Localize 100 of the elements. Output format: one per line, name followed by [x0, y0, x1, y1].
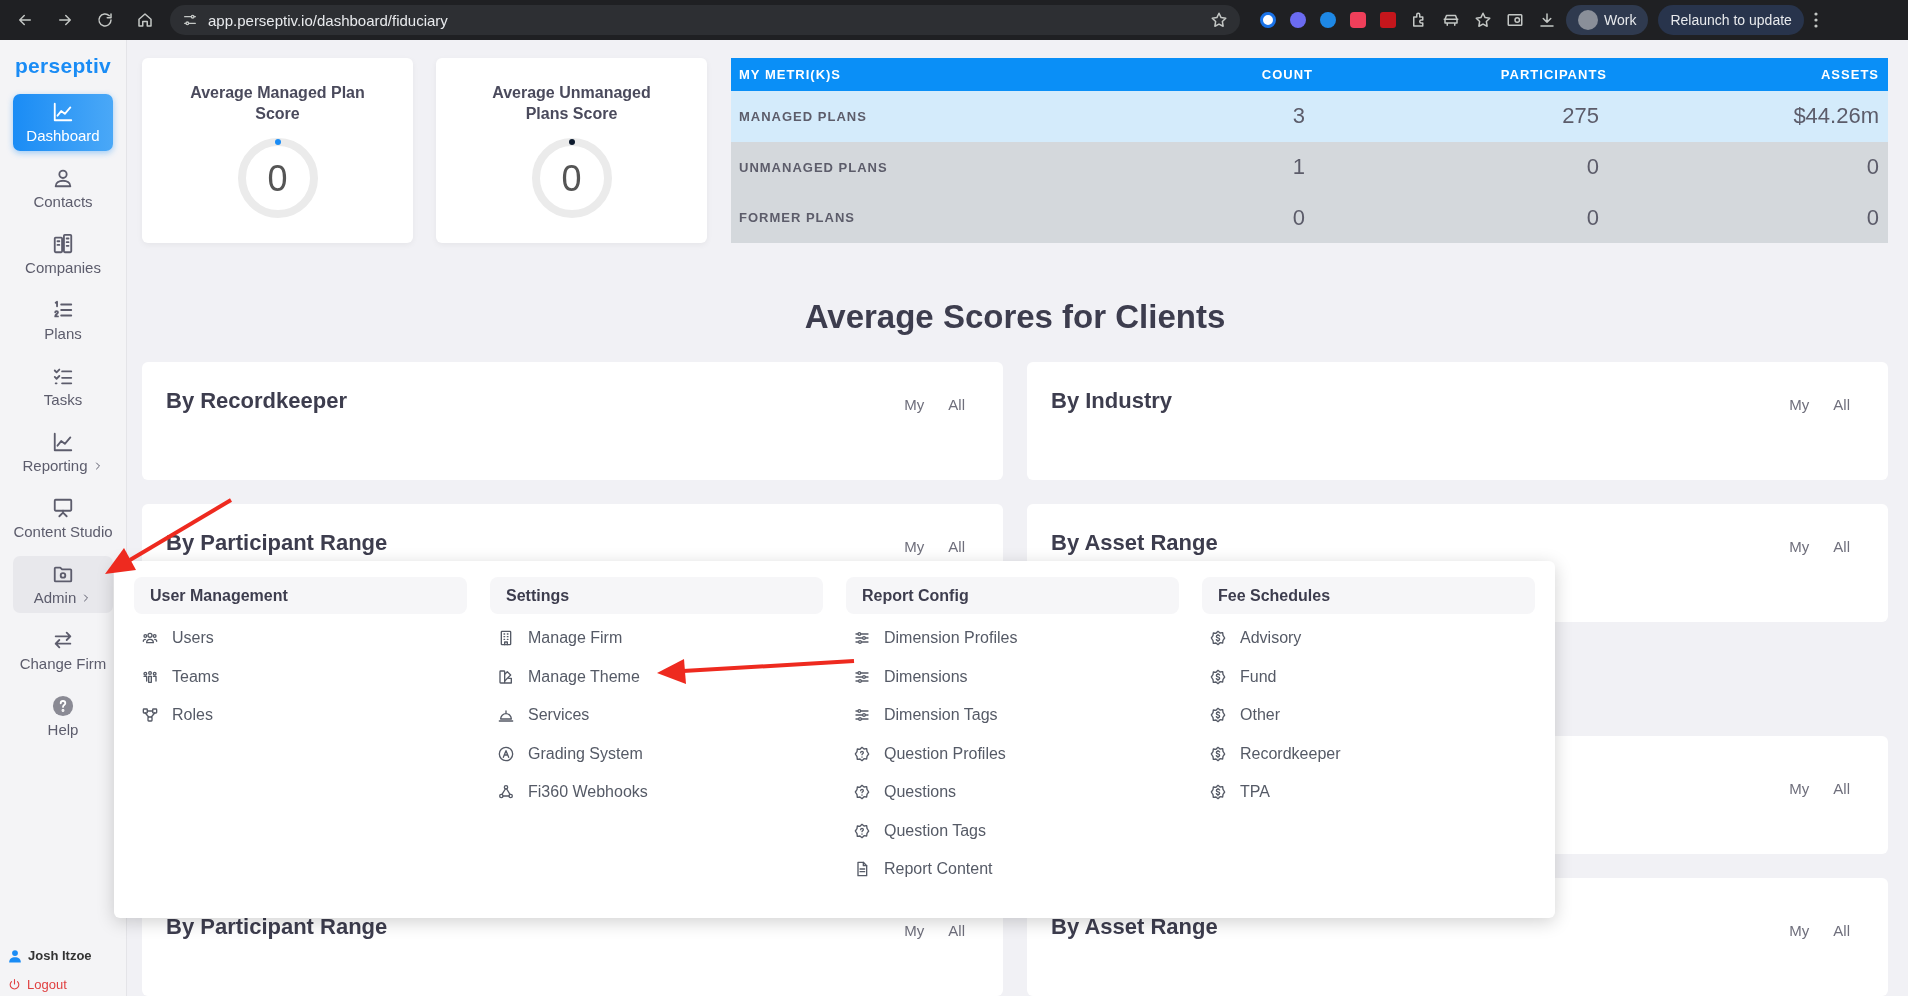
- menu-item[interactable]: Dimension Profiles: [846, 619, 1018, 658]
- profile-button[interactable]: Work: [1566, 5, 1649, 35]
- swap-arrows-icon: [52, 629, 74, 651]
- dollar-badge-icon: [1210, 707, 1226, 724]
- panel-title: By Participant Range: [166, 914, 388, 939]
- palette-icon: [498, 668, 514, 685]
- filter-toggle[interactable]: My: [904, 396, 925, 413]
- grading-icon: [498, 745, 514, 762]
- sliders-icon: [854, 630, 870, 647]
- menu-section-header: User Management: [134, 577, 467, 614]
- extension-icon[interactable]: [1260, 12, 1276, 28]
- nav-item[interactable]: Contacts: [13, 160, 113, 217]
- question-badge-icon: [854, 822, 870, 839]
- table-row[interactable]: MANAGED PLANS 3 275 $44.26m: [731, 91, 1888, 142]
- service-bell-icon: [498, 707, 514, 724]
- panel-title: By Asset Range: [1051, 914, 1218, 939]
- filter-toggle[interactable]: All: [1833, 780, 1850, 797]
- person-icon: [8, 948, 22, 963]
- score-value: 0: [560, 158, 583, 200]
- table-cell-text: 0: [1865, 204, 1879, 231]
- menu-item[interactable]: Dimension Tags: [846, 696, 998, 735]
- menu-item[interactable]: Recordkeeper: [1202, 734, 1341, 773]
- menu-item[interactable]: Services: [490, 696, 590, 735]
- filter-toggle[interactable]: My: [1789, 780, 1810, 797]
- team-icon: [142, 668, 158, 685]
- home-icon: [136, 11, 154, 29]
- score-value: 0: [266, 158, 289, 200]
- card-title: Average Unmanaged Plans Score: [491, 83, 652, 124]
- building-icon: [498, 630, 514, 647]
- question-badge-icon: [854, 784, 870, 801]
- menu-item[interactable]: Question Profiles: [846, 734, 1006, 773]
- dollar-badge-icon: [1210, 784, 1226, 801]
- table-cell-text: FORMER PLANS: [739, 210, 856, 226]
- relaunch-button[interactable]: Relaunch to update: [1658, 5, 1804, 35]
- logout-link[interactable]: Logout: [8, 977, 126, 992]
- menu-item[interactable]: Grading System: [490, 734, 643, 773]
- menu-item[interactable]: Dimensions: [846, 657, 968, 696]
- menu-item[interactable]: Roles: [134, 696, 213, 735]
- menu-item[interactable]: Advisory: [1202, 619, 1302, 658]
- nav-item[interactable]: Content Studio: [13, 490, 113, 547]
- person-icon: [52, 167, 74, 189]
- column-header: COUNT: [1260, 67, 1313, 82]
- star-icon: [1474, 11, 1492, 29]
- column-header: PARTICIPANTS: [1499, 67, 1607, 82]
- filter-toggle[interactable]: My: [1789, 922, 1810, 939]
- column-header: MY METRI(K)S: [739, 67, 843, 82]
- menu-item[interactable]: Fund: [1202, 657, 1277, 696]
- filter-toggle[interactable]: All: [948, 922, 965, 939]
- user-name[interactable]: Josh Itzoe: [8, 948, 126, 963]
- menu-item[interactable]: Teams: [134, 657, 220, 696]
- buildings-icon: [52, 233, 74, 255]
- filter-toggle[interactable]: All: [948, 538, 965, 555]
- filter-toggle[interactable]: My: [904, 922, 925, 939]
- filter-toggle[interactable]: My: [904, 538, 925, 555]
- filter-toggle[interactable]: All: [1833, 396, 1850, 413]
- chart-icon: [52, 101, 74, 123]
- menu-item[interactable]: Users: [134, 619, 214, 658]
- reload-icon: [96, 11, 114, 29]
- table-cell-text: UNMANAGED PLANS: [739, 159, 889, 175]
- filter-toggle[interactable]: All: [1833, 922, 1850, 939]
- nav-item[interactable]: Reporting: [13, 424, 113, 481]
- nav-item[interactable]: Help: [13, 688, 113, 745]
- webhook-icon: [498, 784, 514, 801]
- nav-item[interactable]: Companies: [13, 226, 113, 283]
- table-cell-text: 0: [1585, 204, 1600, 231]
- filter-toggle[interactable]: All: [948, 396, 965, 413]
- sliders-icon: [854, 707, 870, 724]
- dollar-badge-icon: [1210, 630, 1226, 647]
- menu-item[interactable]: Manage Firm: [490, 619, 623, 658]
- card-title: Average Managed Plan Score: [189, 83, 366, 124]
- site-settings-icon: [182, 12, 198, 28]
- menu-item[interactable]: Questions: [846, 773, 957, 812]
- avatar-icon: [1578, 10, 1598, 30]
- reading-list-icon: [1506, 11, 1524, 29]
- filter-toggle[interactable]: My: [1789, 538, 1810, 555]
- menu-section-header: Report Config: [846, 577, 1179, 614]
- nav-item[interactable]: Change Firm: [13, 622, 113, 679]
- table-row[interactable]: FORMER PLANS 0 0 0: [731, 192, 1888, 243]
- presentation-board-icon: [52, 497, 74, 519]
- dollar-badge-icon: [1210, 745, 1226, 762]
- help-icon: [52, 695, 74, 717]
- table-cell-text: 275: [1561, 103, 1600, 130]
- menu-item[interactable]: Report Content: [846, 850, 993, 889]
- panel-title: By Asset Range: [1051, 530, 1218, 555]
- url-text: app.perseptiv.io/dashboard/fiduciary: [208, 11, 449, 29]
- filter-toggle[interactable]: My: [1789, 396, 1810, 413]
- menu-item[interactable]: Other: [1202, 696, 1280, 735]
- address-bar[interactable]: app.perseptiv.io/dashboard/fiduciary: [170, 5, 1240, 35]
- nav-item[interactable]: Admin: [13, 556, 113, 613]
- table-row[interactable]: UNMANAGED PLANS 1 0 0: [731, 141, 1888, 193]
- nav-item[interactable]: Tasks: [13, 358, 113, 415]
- more-icon: [1813, 12, 1818, 28]
- filter-toggle[interactable]: All: [1833, 538, 1850, 555]
- menu-item[interactable]: Question Tags: [846, 811, 986, 850]
- menu-item[interactable]: Fi360 Webhooks: [490, 773, 648, 812]
- nav-item[interactable]: Plans: [13, 292, 113, 349]
- roles-icon: [142, 707, 158, 724]
- menu-item[interactable]: TPA: [1202, 773, 1270, 812]
- menu-item[interactable]: Manage Theme: [490, 657, 640, 696]
- download-icon: [1538, 11, 1556, 29]
